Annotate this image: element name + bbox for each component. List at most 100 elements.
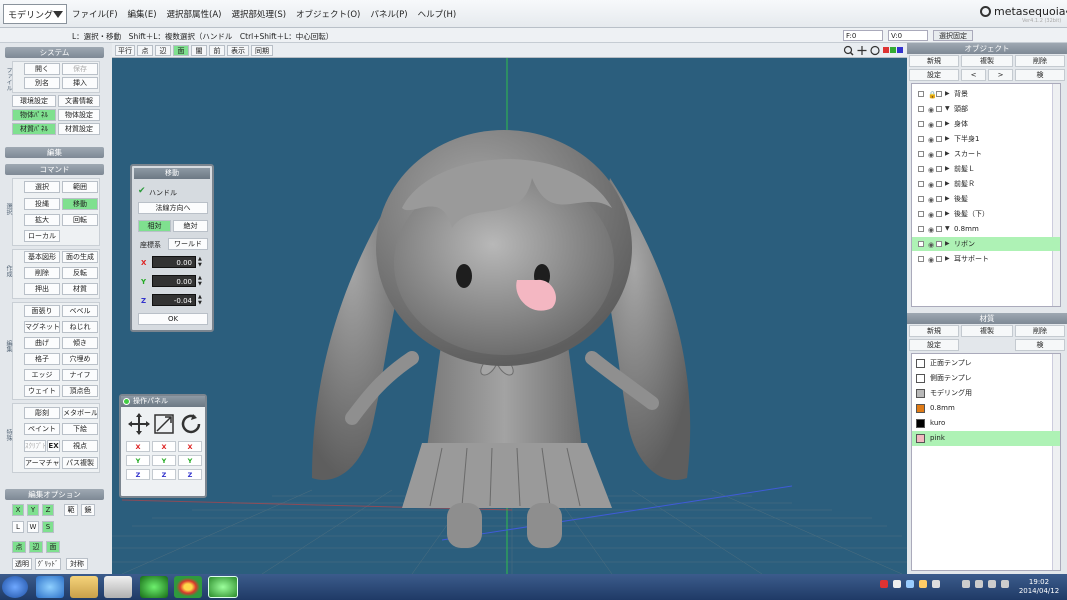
armature-button[interactable]: アーマチャー — [24, 457, 60, 469]
visibility-checkbox[interactable] — [918, 226, 924, 232]
viewpoint-button[interactable]: 視点 — [62, 440, 98, 452]
object-row[interactable]: ◉ ▶ スカート — [912, 147, 1060, 161]
object-row[interactable]: 🔒 ▶ 背景 — [912, 87, 1060, 101]
point-toggle[interactable]: 点 — [12, 541, 26, 553]
blue-swatch-icon[interactable] — [897, 47, 903, 53]
object-row[interactable]: ◉ ▶ リボン — [912, 237, 1060, 251]
material-row[interactable]: pink — [912, 431, 1060, 446]
material-delete-button[interactable]: 削除 — [1015, 325, 1065, 337]
lasso-button[interactable]: 投縄 — [24, 198, 60, 210]
menu-file[interactable]: ファイル(F) — [72, 8, 118, 20]
character-model[interactable] — [312, 130, 691, 548]
eye-icon[interactable]: ◉ — [928, 103, 934, 117]
object-prev-button[interactable]: < — [961, 69, 986, 81]
eye-icon[interactable]: ◉ — [928, 253, 934, 267]
tray-volume-icon[interactable] — [975, 580, 983, 588]
material-new-button[interactable]: 新規 — [909, 325, 959, 337]
edit-checkbox[interactable] — [936, 196, 942, 202]
bevel-button[interactable]: ベベル — [62, 305, 98, 317]
face-generate-button[interactable]: 面の生成 — [62, 251, 98, 263]
move-arrows-icon[interactable] — [128, 413, 150, 435]
x-value-field[interactable]: 0.00 — [152, 256, 196, 268]
ie-icon[interactable] — [36, 576, 64, 598]
rotate-x-button[interactable]: X — [178, 441, 202, 452]
local-l-toggle[interactable]: L — [12, 521, 24, 533]
move-panel-title[interactable]: 移動 — [134, 168, 210, 179]
bend-button[interactable]: 曲げ — [24, 337, 60, 349]
magnet-button[interactable]: マグネット — [24, 321, 60, 333]
absolute-button[interactable]: 絶対 — [173, 220, 208, 232]
env-settings-button[interactable]: 環境設定 — [12, 95, 56, 107]
expand-right-icon[interactable]: ▶ — [945, 237, 950, 251]
eye-icon[interactable]: ◉ — [928, 238, 934, 252]
expand-right-icon[interactable]: ▶ — [945, 87, 950, 101]
3d-viewport[interactable] — [112, 58, 907, 574]
expand-down-icon[interactable]: ▼ — [945, 222, 950, 236]
y-value-field[interactable]: 0.00 — [152, 275, 196, 287]
visibility-checkbox[interactable] — [918, 166, 924, 172]
normal-direction-button[interactable]: 法線方向へ — [138, 202, 208, 214]
menu-panel[interactable]: パネル(P) — [370, 8, 407, 20]
object-row[interactable]: ◉ ▶ 後髪 — [912, 192, 1060, 206]
face-pull-button[interactable]: 面張り — [24, 305, 60, 317]
menu-object[interactable]: オブジェクト(O) — [296, 8, 360, 20]
view-display-button[interactable]: 表示 — [227, 45, 249, 56]
check-icon[interactable]: ✔ — [138, 186, 146, 196]
visibility-checkbox[interactable] — [918, 151, 924, 157]
visibility-checkbox[interactable] — [918, 106, 924, 112]
view-front-button[interactable]: 前 — [209, 45, 225, 56]
menu-edit[interactable]: 編集(E) — [128, 8, 157, 20]
object-delete-button[interactable]: 削除 — [1015, 55, 1065, 67]
doc-info-button[interactable]: 文書情報 — [58, 95, 100, 107]
edit-checkbox[interactable] — [936, 226, 942, 232]
eye-icon[interactable]: ◉ — [928, 178, 934, 192]
material-row[interactable]: モデリング用 — [912, 386, 1060, 401]
material-row[interactable]: 側面テンプレ — [912, 371, 1060, 386]
move-x-button[interactable]: X — [126, 441, 150, 452]
visibility-checkbox[interactable] — [918, 181, 924, 187]
material-settings-button[interactable]: 設定 — [909, 339, 959, 351]
expand-right-icon[interactable]: ▶ — [945, 207, 950, 221]
menu-selection-process[interactable]: 選択部処理(S) — [232, 8, 287, 20]
flip-button[interactable]: 反転 — [62, 267, 98, 279]
pan-icon[interactable] — [857, 46, 867, 55]
menu-selection-attr[interactable]: 選択部属性(A) — [167, 8, 222, 20]
ex-button[interactable]: EX — [47, 440, 60, 452]
tray-icon-1[interactable] — [893, 580, 901, 588]
edit-checkbox[interactable] — [936, 256, 942, 262]
grid-toggle[interactable]: ｸﾞﾘｯﾄﾞ — [35, 558, 61, 570]
coord-world-select[interactable]: ワールド — [168, 238, 208, 250]
knife-button[interactable]: ナイフ — [62, 369, 98, 381]
eye-icon[interactable]: ◉ — [928, 193, 934, 207]
scale-z-button[interactable]: Z — [152, 469, 176, 480]
system-clock[interactable]: 19:02 2014/04/12 — [1016, 578, 1062, 596]
mirror-toggle[interactable]: 鏡 — [81, 504, 95, 516]
x-spin-icon[interactable]: ▲ ▼ — [198, 256, 202, 268]
move-y-button[interactable]: Y — [126, 455, 150, 466]
eye-icon[interactable]: ◉ — [928, 133, 934, 147]
tray-icon-2[interactable] — [906, 580, 914, 588]
edit-checkbox[interactable] — [936, 91, 942, 97]
expand-right-icon[interactable]: ▶ — [945, 252, 950, 266]
start-icon[interactable] — [2, 576, 28, 598]
delete-button[interactable]: 削除 — [24, 267, 60, 279]
face-toggle[interactable]: 面 — [46, 541, 60, 553]
object-panel-button[interactable]: 物体ﾊﾟﾈﾙ — [12, 109, 56, 121]
edit-checkbox[interactable] — [936, 121, 942, 127]
tray-network-icon[interactable] — [988, 580, 996, 588]
symmetry-toggle[interactable]: 対称 — [66, 558, 88, 570]
edge-button[interactable]: エッジ — [24, 369, 60, 381]
red-swatch-icon[interactable] — [883, 47, 889, 53]
screen-s-toggle[interactable]: S — [42, 521, 54, 533]
lattice-button[interactable]: 格子 — [24, 353, 60, 365]
ok-button[interactable]: OK — [138, 313, 208, 325]
expand-right-icon[interactable]: ▶ — [945, 117, 950, 131]
expand-right-icon[interactable]: ▶ — [945, 132, 950, 146]
select-button[interactable]: 選択 — [24, 181, 60, 193]
zoom-icon[interactable] — [843, 45, 854, 56]
object-settings-button[interactable]: 設定 — [909, 69, 959, 81]
scale-icon[interactable] — [154, 414, 174, 434]
material-panel-button[interactable]: 材質ﾊﾟﾈﾙ — [12, 123, 56, 135]
object-new-button[interactable]: 新規 — [909, 55, 959, 67]
world-w-toggle[interactable]: W — [27, 521, 39, 533]
